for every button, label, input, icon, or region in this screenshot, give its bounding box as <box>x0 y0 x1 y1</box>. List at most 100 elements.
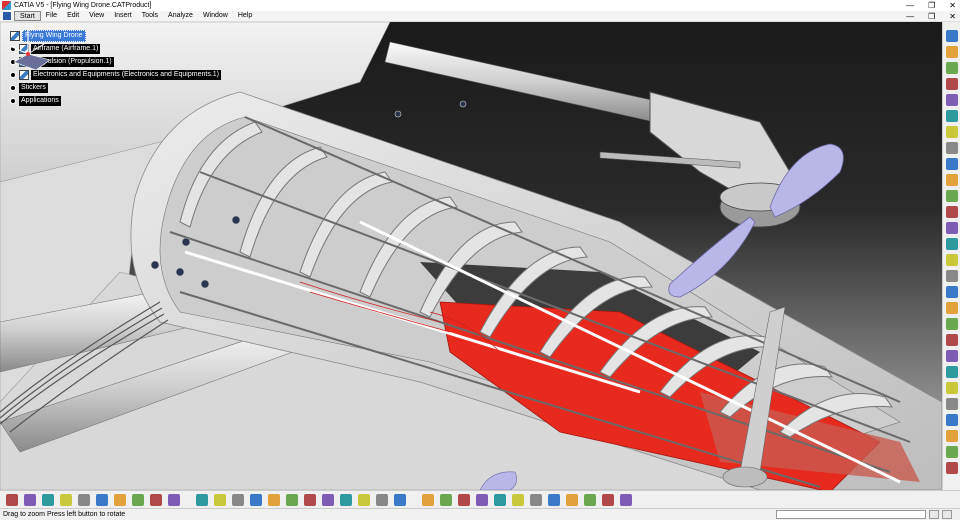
comment-icon[interactable] <box>214 494 226 506</box>
motor-boom-tube <box>384 41 661 123</box>
hide-show-icon[interactable] <box>440 494 452 506</box>
command-options-button[interactable] <box>942 510 952 519</box>
minimize-button[interactable]: — <box>906 1 914 10</box>
formula-icon[interactable] <box>196 494 208 506</box>
symmetry-icon[interactable] <box>946 366 958 378</box>
tree-item-applications[interactable]: Applications <box>10 95 61 107</box>
catia-app-icon <box>2 1 11 10</box>
status-bar: Drag to zoom Press left button to rotate <box>0 508 960 520</box>
catia-logo-icon[interactable] <box>946 462 958 474</box>
tree-item-label[interactable]: Applications <box>19 96 61 106</box>
bottom-toolbar <box>0 490 960 508</box>
sketch-icon[interactable] <box>946 30 958 42</box>
menu-start[interactable]: Start <box>14 11 41 21</box>
print-icon[interactable] <box>60 494 72 506</box>
open-icon[interactable] <box>24 494 36 506</box>
grid-icon[interactable] <box>232 494 244 506</box>
scale-icon[interactable] <box>946 414 958 426</box>
swap-icon[interactable] <box>458 494 470 506</box>
snap-icon[interactable] <box>250 494 262 506</box>
menu-window[interactable]: Window <box>198 11 233 21</box>
iso-view-icon[interactable] <box>394 494 406 506</box>
help-icon[interactable] <box>168 494 180 506</box>
shell-icon[interactable] <box>946 238 958 250</box>
rotate-icon[interactable] <box>946 350 958 362</box>
power-input-field[interactable] <box>776 510 926 519</box>
groove-icon[interactable] <box>946 94 958 106</box>
save-icon[interactable] <box>42 494 54 506</box>
command-stop-button[interactable] <box>929 510 939 519</box>
doc-minimize-button[interactable]: — <box>906 11 914 22</box>
split-icon[interactable] <box>946 286 958 298</box>
new-icon[interactable] <box>6 494 18 506</box>
expand-bullet-icon[interactable] <box>10 98 16 104</box>
tree-item-label[interactable]: Stickers <box>19 83 48 93</box>
menu-file[interactable]: File <box>41 11 62 21</box>
tree-item-label[interactable]: Electronics and Equipments (Electronics … <box>31 70 221 80</box>
status-message: Drag to zoom Press left button to rotate <box>3 511 126 518</box>
constraint-icon[interactable] <box>566 494 578 506</box>
pad-icon[interactable] <box>946 46 958 58</box>
expand-bullet-icon[interactable] <box>10 85 16 91</box>
close-button[interactable]: ✕ <box>949 1 956 10</box>
thread-icon[interactable] <box>946 270 958 282</box>
menu-insert[interactable]: Insert <box>109 11 137 21</box>
menu-view[interactable]: View <box>84 11 109 21</box>
title-bar: CATIA V5 - [Flying Wing Drone.CATProduct… <box>0 0 960 11</box>
stiffener-icon[interactable] <box>946 158 958 170</box>
tree-item-stickers[interactable]: Stickers <box>10 82 48 94</box>
boolean-icon[interactable] <box>946 430 958 442</box>
fly-icon[interactable] <box>268 494 280 506</box>
redo-icon[interactable] <box>150 494 162 506</box>
ruler-icon[interactable] <box>620 494 632 506</box>
thickness-icon[interactable] <box>946 254 958 266</box>
fit-all-icon[interactable] <box>286 494 298 506</box>
fillet-icon[interactable] <box>946 190 958 202</box>
paste-icon[interactable] <box>114 494 126 506</box>
cut-icon[interactable] <box>78 494 90 506</box>
mirror-icon[interactable] <box>946 382 958 394</box>
catalog-icon[interactable] <box>584 494 596 506</box>
menu-help[interactable]: Help <box>233 11 257 21</box>
zoom-in-icon[interactable] <box>340 494 352 506</box>
material-icon[interactable] <box>512 494 524 506</box>
doc-restore-button[interactable]: ❐ <box>928 11 935 22</box>
menu-analyze[interactable]: Analyze <box>163 11 198 21</box>
rib-icon[interactable] <box>946 126 958 138</box>
compass-axis-label: z <box>30 25 34 32</box>
pan-icon[interactable] <box>304 494 316 506</box>
menu-bar: Start File Edit View Insert Tools Analyz… <box>0 11 960 22</box>
draft-icon[interactable] <box>946 222 958 234</box>
pocket-icon[interactable] <box>946 62 958 74</box>
measure-icon[interactable] <box>530 494 542 506</box>
document-icon[interactable] <box>3 12 11 20</box>
close-surface-icon[interactable] <box>946 318 958 330</box>
shading-icon[interactable] <box>422 494 434 506</box>
translate-icon[interactable] <box>946 334 958 346</box>
normal-view-icon[interactable] <box>376 494 388 506</box>
restore-button[interactable]: ❐ <box>928 1 935 10</box>
render-icon[interactable] <box>494 494 506 506</box>
rotate-view-icon[interactable] <box>322 494 334 506</box>
sticker-icon[interactable] <box>548 494 560 506</box>
pattern-icon[interactable] <box>946 398 958 410</box>
compass-icon[interactable]: z <box>0 22 56 78</box>
loft-icon[interactable] <box>946 174 958 186</box>
hole-icon[interactable] <box>946 110 958 122</box>
menu-tools[interactable]: Tools <box>137 11 163 21</box>
slot-icon[interactable] <box>946 142 958 154</box>
undo-icon[interactable] <box>132 494 144 506</box>
thick-surface-icon[interactable] <box>946 302 958 314</box>
menu-edit[interactable]: Edit <box>62 11 84 21</box>
shaft-icon[interactable] <box>946 78 958 90</box>
3d-viewport[interactable]: Flying Wing Drone Airframe (Airframe.1) … <box>0 22 942 490</box>
copy-icon[interactable] <box>96 494 108 506</box>
drone-model-render <box>0 22 942 490</box>
measure-icon[interactable] <box>946 446 958 458</box>
zoom-out-icon[interactable] <box>358 494 370 506</box>
antenna-base <box>722 466 768 488</box>
doc-close-button[interactable]: ✕ <box>949 11 956 22</box>
product-icon[interactable] <box>602 494 614 506</box>
chamfer-icon[interactable] <box>946 206 958 218</box>
camera-icon[interactable] <box>476 494 488 506</box>
